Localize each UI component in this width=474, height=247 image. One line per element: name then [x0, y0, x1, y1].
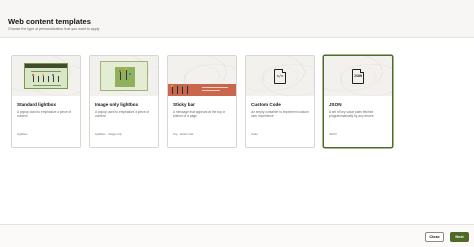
sticky-bar-preview-strip	[168, 84, 236, 96]
sticky-bar-preview	[168, 56, 236, 96]
json-preview: JSON	[324, 56, 392, 96]
card-description: An empty container to implement custom u…	[251, 110, 309, 119]
card-tag: JSON	[329, 132, 337, 136]
custom-code-preview: </>	[246, 56, 314, 96]
standard-lightbox-preview	[12, 56, 80, 96]
dialog-footer: Close Next	[0, 224, 474, 247]
image-preview-panel	[100, 61, 148, 91]
page-subtitle: Choose the type of personalization that …	[8, 27, 100, 31]
close-button[interactable]: Close	[425, 232, 444, 242]
template-card-standard-lightbox[interactable]: Standard lightbox A popup used to emphas…	[11, 55, 81, 148]
json-file-icon: JSON	[352, 68, 365, 84]
lightbox-preview-panel	[24, 63, 68, 89]
card-description: A message that appears at the top or bot…	[173, 110, 226, 119]
image-only-lightbox-preview	[90, 56, 158, 96]
card-tag: Lightbox	[17, 132, 28, 136]
card-description: A popup used to emphasize a piece of con…	[95, 110, 150, 119]
card-title: Standard lightbox	[17, 102, 57, 107]
template-card-image-only-lightbox[interactable]: Image only lightbox A popup used to emph…	[89, 55, 159, 148]
template-card-json[interactable]: JSON JSON A set of key-value pairs fetch…	[323, 55, 393, 148]
code-file-icon: </>	[274, 68, 287, 84]
card-tag: Lightbox · Image only	[95, 132, 122, 136]
card-description: A set of key-value pairs fetched program…	[329, 110, 374, 119]
card-title: Sticky bar	[173, 102, 195, 107]
page-header: Web content templates Choose the type of…	[0, 0, 474, 38]
template-card-list: Standard lightbox A popup used to emphas…	[11, 55, 393, 148]
image-preview-picture	[115, 67, 135, 87]
next-button[interactable]: Next	[450, 232, 469, 242]
card-tag: Code	[251, 132, 258, 136]
template-card-custom-code[interactable]: </> Custom Code An empty container to im…	[245, 55, 315, 148]
card-title: Custom Code	[251, 102, 281, 107]
card-tag: Top · bottom bar	[173, 132, 194, 136]
card-title: JSON	[329, 102, 342, 107]
card-description: A popup used to emphasize a piece of con…	[17, 110, 72, 119]
page-title: Web content templates	[8, 17, 91, 26]
card-title: Image only lightbox	[95, 102, 139, 107]
template-card-sticky-bar[interactable]: Sticky bar A message that appears at the…	[167, 55, 237, 148]
